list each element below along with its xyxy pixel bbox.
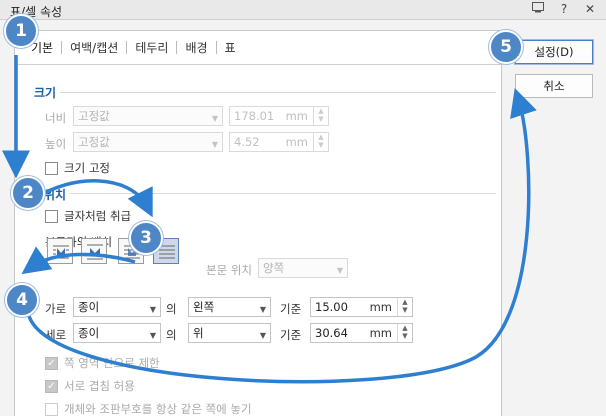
vertical-align-select[interactable]: 위 ▼ [188,323,271,343]
chevron-down-icon: ▼ [211,140,218,149]
treat-as-char-checkbox[interactable]: 글자처럼 취급 [45,208,131,224]
wrap-top-bottom-button[interactable] [81,238,107,264]
checkbox-box[interactable] [45,161,58,175]
horizontal-reference-select[interactable]: 종이 ▼ [73,297,161,317]
height-label: 높이 [45,137,67,151]
width-mode-select[interactable]: 고정값 ▼ [73,106,223,126]
spin-up-icon[interactable]: ▲ [402,324,407,332]
help-icon[interactable]: ? [558,2,570,16]
window-icon[interactable] [532,2,544,16]
checkbox-box[interactable] [45,402,58,416]
vertical-unit: mm [369,326,392,340]
spin-down-icon[interactable]: ▼ [318,115,323,123]
body-position-value: 양쪽 [263,261,285,275]
checkbox-box[interactable] [45,209,58,223]
height-spin-arrows[interactable]: ▲ ▼ [313,133,328,151]
close-icon[interactable]: ✕ [584,2,596,16]
horizontal-reference-value: 종이 [78,300,100,314]
position-section-divider [70,193,496,194]
horizontal-unit: mm [369,300,392,314]
tab-margin-caption[interactable]: 여백/캡션 [62,39,126,56]
title-bar-icons: ? ✕ [532,2,596,16]
horizontal-label: 가로 [45,302,67,316]
basis-label: 기준 [280,328,302,342]
body-position-label: 본문 위치 [206,263,252,277]
fix-size-checkbox[interactable]: 크기 고정 [45,160,110,176]
checkbox-box[interactable]: ✓ [45,379,58,393]
height-value-input[interactable]: 4.52 mm ▲ ▼ [229,132,329,152]
body-position-select[interactable]: 양쪽 ▼ [258,258,348,278]
spin-down-icon[interactable]: ▼ [318,141,323,149]
wrap-square-icon [53,245,69,259]
vertical-label: 세로 [45,328,67,342]
step-badge-1: 1 [4,14,38,48]
keep-with-anchor-label: 개체와 조판부호를 항상 같은 쪽에 놓기 [64,402,252,416]
chevron-down-icon: ▼ [149,305,156,314]
vertical-spin-arrows[interactable]: ▲ ▼ [397,324,412,342]
horizontal-align-select[interactable]: 왼쪽 ▼ [188,297,271,317]
checkbox-box[interactable]: ✓ [45,356,58,370]
ok-button[interactable]: 설정(D) [514,39,594,65]
width-label: 너비 [45,111,67,125]
chevron-down-icon: ▼ [259,305,266,314]
horizontal-offset-input[interactable]: 15.00 mm ▲ ▼ [310,297,413,317]
vertical-align-value: 위 [193,326,204,340]
cancel-button[interactable]: 취소 [515,74,593,98]
tab-strip: 기본 여백/캡션 테두리 배경 표 [15,31,503,65]
vertical-offset-input[interactable]: 30.64 mm ▲ ▼ [310,323,413,343]
tab-table[interactable]: 표 [217,39,244,56]
spin-down-icon[interactable]: ▼ [402,332,407,340]
allow-overlap-checkbox[interactable]: ✓ 서로 겹침 허용 [45,378,135,394]
height-unit: mm [285,135,308,149]
chevron-down-icon: ▼ [211,114,218,123]
allow-overlap-label: 서로 겹침 허용 [64,379,135,393]
spin-up-icon[interactable]: ▲ [318,107,323,115]
height-mode-value: 고정값 [78,135,110,149]
chevron-down-icon: ▼ [259,331,266,340]
spin-up-icon[interactable]: ▲ [318,133,323,141]
width-unit: mm [285,109,308,123]
size-section-label: 크기 [34,86,57,100]
title-bar: 표/셀 속성 ? ✕ [0,0,606,20]
size-section-divider [60,92,496,93]
vertical-offset-value: 30.64 [315,326,348,340]
horizontal-spin-arrows[interactable]: ▲ ▼ [397,298,412,316]
limit-in-page-checkbox[interactable]: ✓ 쪽 영역 안으로 제한 [45,355,160,371]
width-value-input[interactable]: 178.01 mm ▲ ▼ [229,106,329,126]
spin-down-icon[interactable]: ▼ [402,306,407,314]
wrap-square-button[interactable] [47,238,73,264]
step-badge-5: 5 [489,30,523,64]
keep-with-anchor-checkbox[interactable]: 개체와 조판부호를 항상 같은 쪽에 놓기 [45,401,252,416]
width-spin-arrows[interactable]: ▲ ▼ [313,107,328,125]
treat-as-char-label: 글자처럼 취급 [64,209,132,223]
chevron-down-icon: ▼ [149,331,156,340]
height-mode-select[interactable]: 고정값 ▼ [73,132,223,152]
step-badge-3: 3 [129,221,163,255]
step-badge-2: 2 [11,176,45,210]
height-value: 4.52 [234,135,260,149]
vertical-reference-select[interactable]: 종이 ▼ [73,323,161,343]
position-section-label: 위치 [44,188,67,202]
limit-in-page-label: 쪽 영역 안으로 제한 [64,356,160,370]
of-label: 의 [166,328,177,342]
basis-label: 기준 [280,302,302,316]
horizontal-offset-value: 15.00 [315,300,348,314]
wrap-top-bottom-icon [87,244,103,260]
of-label: 의 [166,302,177,316]
step-badge-4: 4 [5,283,39,317]
fix-size-label: 크기 고정 [64,161,110,175]
vertical-reference-value: 종이 [78,326,100,340]
tab-background[interactable]: 배경 [177,39,215,56]
spin-up-icon[interactable]: ▲ [402,298,407,306]
horizontal-align-value: 왼쪽 [193,300,215,314]
width-mode-value: 고정값 [78,109,110,123]
tab-border[interactable]: 테두리 [127,39,176,56]
chevron-down-icon: ▼ [336,266,343,275]
width-value: 178.01 [234,109,275,123]
